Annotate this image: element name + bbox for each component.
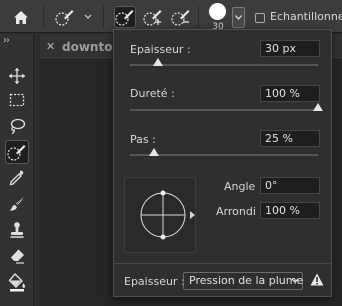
spacing-field[interactable]: 25 % xyxy=(260,130,320,147)
quick-selection-icon[interactable] xyxy=(5,140,29,164)
spacing-label: Pas : xyxy=(130,133,156,146)
popup-separator xyxy=(114,263,331,264)
roundness-label: Arrondi : xyxy=(216,205,264,218)
brush-tip-dial[interactable] xyxy=(124,177,196,253)
collapse-panel-icon[interactable]: ›› xyxy=(3,35,10,46)
options-separator xyxy=(103,6,104,28)
chevron-down-icon xyxy=(235,15,242,20)
tools-panel: ›› xyxy=(0,34,34,306)
angle-label: Angle : xyxy=(224,180,263,193)
stamp-icon[interactable] xyxy=(5,218,29,242)
brush-tip-circle-icon xyxy=(140,190,186,240)
size-slider-thumb[interactable] xyxy=(153,58,164,66)
hardness-label: Dureté : xyxy=(130,87,175,100)
lasso-icon[interactable] xyxy=(5,114,29,138)
sample-all-layers-checkbox[interactable] xyxy=(255,13,265,23)
brush-dot-icon xyxy=(209,3,226,20)
dial-handle-arrow-icon[interactable] xyxy=(190,211,195,219)
close-tab-icon[interactable]: ✕ xyxy=(46,40,55,53)
eyedropper-icon[interactable] xyxy=(5,166,29,190)
roundness-field[interactable]: 100 % xyxy=(260,202,320,219)
brush-icon[interactable] xyxy=(5,192,29,216)
pressure-size-label: Epaisseur : xyxy=(124,275,185,288)
size-label: Epaisseur : xyxy=(130,43,191,56)
pen-pressure-select[interactable]: Pression de la plume xyxy=(183,272,303,290)
home-icon[interactable] xyxy=(10,6,32,28)
new-selection-icon[interactable] xyxy=(114,6,136,28)
options-separator xyxy=(198,6,199,28)
eraser-icon[interactable] xyxy=(5,244,29,268)
hardness-slider-thumb[interactable] xyxy=(313,103,323,111)
warning-icon xyxy=(310,273,324,286)
hardness-slider[interactable] xyxy=(130,109,318,111)
brush-options-dropdown[interactable] xyxy=(232,7,245,28)
move-icon[interactable] xyxy=(5,64,29,88)
paint-bucket-icon[interactable] xyxy=(5,270,29,294)
spacing-slider-thumb[interactable] xyxy=(149,148,160,156)
options-separator xyxy=(43,6,44,28)
hardness-field[interactable]: 100 % xyxy=(260,85,320,102)
add-to-selection-icon[interactable] xyxy=(142,6,164,28)
chevron-down-icon xyxy=(291,278,299,283)
sample-all-layers-label: Echantillonner t xyxy=(270,10,342,23)
chevron-down-icon[interactable] xyxy=(84,14,92,19)
tool-preset-picker-icon[interactable] xyxy=(54,6,76,28)
pen-pressure-option: Pression de la plume xyxy=(189,274,304,287)
angle-field[interactable]: 0° xyxy=(260,177,320,194)
marquee-icon[interactable] xyxy=(5,88,29,112)
brush-size-preview[interactable]: 30 xyxy=(206,2,230,32)
size-field[interactable]: 30 px xyxy=(260,40,320,57)
brush-settings-popup: Epaisseur : 30 px Dureté : 100 % Pas : 2… xyxy=(113,29,332,297)
subtract-from-selection-icon[interactable] xyxy=(170,6,192,28)
